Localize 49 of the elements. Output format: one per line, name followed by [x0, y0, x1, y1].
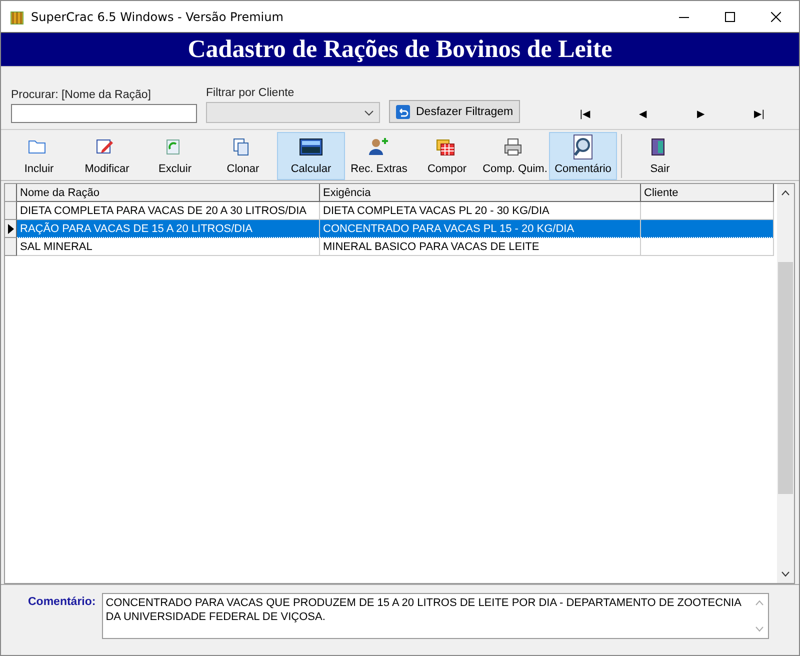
user-add-icon [367, 137, 391, 157]
toolbar-button[interactable]: Excluir [141, 132, 209, 180]
toolbar-button[interactable]: Rec. Extras [345, 132, 413, 180]
toolbar-button[interactable]: Calcular [277, 132, 345, 180]
scroll-up-icon [781, 190, 790, 196]
nav-button[interactable]: ▶ [672, 108, 730, 120]
toolbar-button[interactable]: Incluir [5, 132, 73, 180]
row-indicator[interactable] [5, 220, 17, 238]
table-cell: RAÇÃO PARA VACAS DE 15 A 20 LITROS/DIA [17, 220, 320, 238]
row-pointer-icon [8, 224, 14, 234]
scroll-down-icon [781, 571, 790, 577]
nav-button[interactable]: ◀ [614, 108, 672, 120]
comment-field[interactable]: CONCENTRADO PARA VACAS QUE PRODUZEM DE 15 A 20 LITROS DE LEITE POR DIA - DEPARTAMENTO DE ZOOTECNIA DA UNIVERSIDADE FEDERAL DE VIÇOSA. [102, 593, 769, 639]
table-cell: SAL MINERAL [17, 238, 320, 256]
column-header[interactable]: Nome da Ração [17, 184, 320, 202]
nav-button[interactable]: ▶| [730, 108, 788, 120]
column-header[interactable]: Exigência [320, 184, 641, 202]
undo-icon [396, 104, 410, 118]
scroll-up-icon [755, 600, 764, 606]
scrollbar[interactable] [777, 184, 794, 583]
table-cell: MINERAL BASICO PARA VACAS DE LEITE [320, 238, 641, 256]
comment-text: CONCENTRADO PARA VACAS QUE PRODUZEM DE 15 A 20 LITROS DE LEITE POR DIA - DEPARTAMENTO DE ZOOTECNIA DA UNIVERSIDADE FEDERAL DE VIÇOSA. [104, 596, 742, 625]
toolbar-button[interactable]: Clonar [209, 132, 277, 180]
scroll-thumb[interactable] [778, 262, 793, 494]
nav-button[interactable]: |◀ [556, 108, 614, 120]
scroll-down-icon [755, 626, 764, 632]
toolbar-button[interactable]: Modificar [73, 132, 141, 180]
magnifier-document-icon [571, 134, 595, 160]
close-icon [771, 12, 781, 22]
app-icon [9, 8, 25, 24]
comment-label: Comentário: [28, 596, 96, 608]
row-indicator [5, 184, 17, 202]
chevron-down-icon [364, 110, 374, 116]
toolbar-button[interactable]: Comp. Quim. [481, 132, 549, 180]
toolbar-button[interactable]: Sair [626, 132, 694, 180]
search-label: Procurar: [Nome da Ração] [11, 89, 152, 101]
banner: Cadastro de Rações de Bovinos de Leite [1, 32, 799, 67]
toolbar-button[interactable]: Comentário [549, 132, 617, 180]
undo-filter-button[interactable]: Desfazer Filtragem [389, 100, 520, 123]
window-title: SuperCrac 6.5 Windows - Versão Premium [31, 10, 284, 24]
filter-label: Filtrar por Cliente [206, 87, 296, 99]
toolbar-button[interactable]: Compor [413, 132, 481, 180]
table-cell: CONCENTRADO PARA VACAS PL 15 - 20 KG/DIA [320, 220, 641, 238]
maximize-icon [725, 12, 735, 22]
calculator-icon [299, 137, 323, 157]
search-field[interactable] [11, 104, 197, 123]
table-row[interactable]: SAL MINERAL MINERAL BASICO PARA VACAS DE LEITE [5, 238, 777, 256]
table-row[interactable]: RAÇÃO PARA VACAS DE 15 A 20 LITROS/DIA CONCENTRADO PARA VACAS PL 15 - 20 KG/DIA [5, 220, 777, 238]
column-header[interactable]: Cliente [641, 184, 774, 202]
